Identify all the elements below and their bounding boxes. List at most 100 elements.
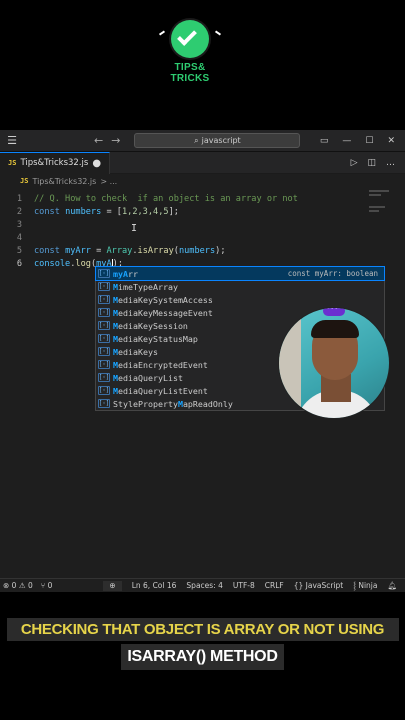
back-arrow-icon[interactable]: ← [94,134,103,147]
code-line-3: 3 [0,218,34,231]
run-icon[interactable]: ▷ [351,158,358,168]
suggestion-text: ediaQueryListEvent [118,385,208,396]
suggestion-text: ediaQueryList [118,372,183,383]
line-number: 1 [16,193,22,204]
mouse-cursor-icon: I [131,223,138,234]
suggestion-item[interactable]: [◦] MimeTypeArray [96,280,384,293]
variable-icon: [◦] [98,334,110,343]
ports-count: 0 [47,581,53,590]
status-bar: ⊗ 0 ⚠ 0 ⑂ 0 ⊕ Ln 6, Col 16 Spaces: 4 UTF… [0,578,405,592]
error-count: 0 [11,581,17,590]
breadcrumb: JS Tips&Tricks32.js > ... [0,174,405,188]
js-file-icon: JS [8,159,17,167]
suggestion-text: ediaKeys [118,346,158,357]
class-name: Array [106,245,133,256]
suggestion-item[interactable]: [◦] MediaKeySystemAccess [96,293,384,306]
logo-line1: TIPS& [174,62,206,73]
variable-icon: [◦] [98,269,110,278]
variable: numbers [65,206,102,217]
variable-icon: [◦] [98,282,110,291]
breadcrumb-file[interactable]: Tips&Tricks32.js [32,177,96,186]
suggestion-text: ediaKeyStatusMap [118,333,198,344]
suggestion-text: apReadOnly [182,398,233,409]
command-search-box[interactable]: ⌕ javascript [134,133,301,148]
title-bar: ☰ ← → ⌕ javascript ▭ — ☐ ✕ [0,130,405,152]
variable-icon: [◦] [98,308,110,317]
js-file-icon: JS [20,177,29,185]
status-right: ⊕ Ln 6, Col 16 Spaces: 4 UTF-8 CRLF {} J… [103,580,405,591]
suggestion-text: imeTypeArray [118,281,178,292]
tab-label: Tips&Tricks32.js [20,158,89,168]
video-frame: TIPS& TRICKS ☰ ← → ⌕ javascript ▭ — ☐ ✕ [0,0,405,720]
code-line-4: 4 [0,231,34,244]
line-number: 2 [16,206,22,217]
caption: CHECKING THAT OBJECT IS ARRAY OR NOT USI… [0,618,405,670]
suggestion-match: myA [113,268,128,279]
editor-actions: ▷ ◫ … [351,158,395,168]
suggestion-text: rr [128,268,138,279]
recording-badge-icon [323,308,345,316]
more-actions-icon[interactable]: … [386,158,395,168]
variable-icon: [◦] [98,399,110,408]
language-mode[interactable]: {} JavaScript [294,581,344,591]
layout-icon[interactable]: ▭ [320,136,329,146]
suggestion-detail: const myArr: boolean [287,269,378,278]
search-text: javascript [201,136,241,145]
tab-file[interactable]: JS Tips&Tricks32.js ● [0,151,111,174]
minimize-icon[interactable]: — [342,136,351,146]
ports-indicator[interactable]: ⑂ 0 [41,581,53,590]
variable-icon: [◦] [98,295,110,304]
formatter[interactable]: ⸾ Ninja [353,581,377,591]
history-nav: ← → [94,134,120,147]
keyword: const [34,206,60,217]
check-icon [171,20,209,58]
search-icon: ⌕ [194,135,199,145]
caption-line-1: CHECKING THAT OBJECT IS ARRAY OR NOT USI… [6,618,399,641]
variable-icon: [◦] [98,347,110,356]
logo-line2: TRICKS [170,73,210,84]
suggestion-text: ediaKeyMessageEvent [118,307,213,318]
cursor-position[interactable]: Ln 6, Col 16 [132,581,177,591]
zoom-icon[interactable]: ⊕ [103,580,122,591]
suggestion-item[interactable]: [◦] myA rr const myArr: boolean [95,266,385,281]
keyword: const [34,245,60,256]
operator: = [ [101,206,122,217]
webcam-overlay [278,307,390,419]
breadcrumb-more[interactable]: > ... [100,177,117,186]
line-number: 4 [16,232,22,243]
line-number: 6 [16,258,22,269]
function-name: isArray [137,245,174,256]
suggestion-text: ediaEncryptedEvent [118,359,208,370]
minimap[interactable] [369,190,391,214]
variable-icon: [◦] [98,360,110,369]
tips-tricks-logo: TIPS& TRICKS [150,20,230,84]
encoding[interactable]: UTF-8 [233,581,255,591]
tab-bar: JS Tips&Tricks32.js ● ▷ ◫ … [0,151,405,174]
numbers: 1,2,3,4,5 [121,206,169,217]
problems-indicator[interactable]: ⊗ 0 ⚠ 0 [3,581,33,590]
split-editor-icon[interactable]: ◫ [367,158,376,168]
code-line-5: 5 const myArr = Array. isArray(numbers); [0,244,226,257]
punctuation: ); [215,245,226,256]
maximize-icon[interactable]: ☐ [365,136,373,146]
indentation[interactable]: Spaces: 4 [186,581,222,591]
caption-line-2: ISARRAY() METHOD [121,644,284,670]
language-label: JavaScript [305,580,344,590]
function-name: log [75,258,91,269]
forward-arrow-icon[interactable]: → [111,134,120,147]
line-number: 5 [16,245,22,256]
close-icon[interactable]: ✕ [387,136,395,146]
argument: numbers [178,245,216,256]
formatter-label: Ninja [358,580,378,590]
unsaved-dot-icon[interactable]: ● [92,158,101,169]
line-ending[interactable]: CRLF [265,581,284,591]
suggestion-text: StyleProperty [113,398,178,409]
operator: = [90,245,107,256]
bell-icon[interactable]: 🔔︎ [387,581,397,591]
logo-text: TIPS& TRICKS [150,62,230,84]
variable-icon: [◦] [98,373,110,382]
code-line-1: 1 // Q. How to check if an object is an a… [0,192,298,205]
window-controls: ▭ — ☐ ✕ [320,136,395,146]
menu-icon[interactable]: ☰ [4,134,20,147]
suggestion-text: ediaKeySession [118,320,188,331]
